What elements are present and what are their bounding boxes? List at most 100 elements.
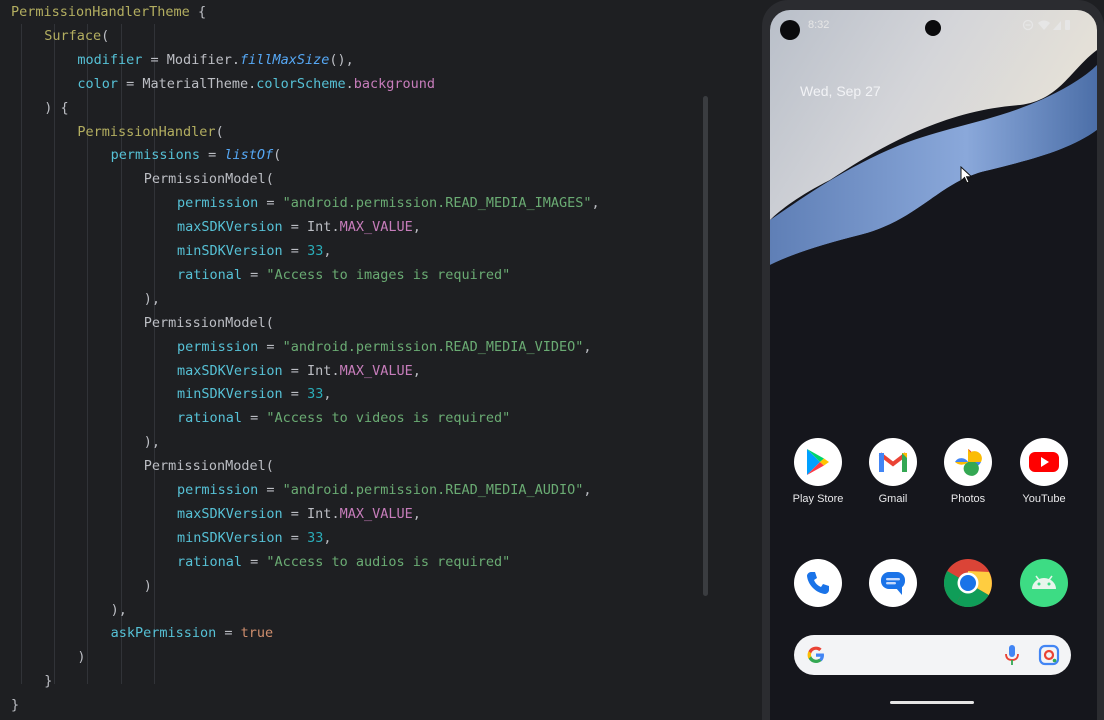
code-token: = Int. [282,505,340,522]
code-token: color [77,75,119,92]
code-token: MAX_VALUE [339,219,413,236]
code-token: = [216,625,241,642]
code-line[interactable]: PermissionModel( [144,311,274,335]
gmail-icon [869,438,917,486]
code-line[interactable]: maxSDKVersion = Int.MAX_VALUE, [177,215,421,239]
code-line[interactable]: modifier = Modifier.fillMaxSize(), [77,48,353,72]
gesture-nav-handle[interactable] [890,701,974,704]
code-token: colorScheme [256,75,346,92]
code-token: ) [77,649,86,666]
app-youtube[interactable]: YouTube [1004,438,1084,505]
code-line[interactable]: minSDKVersion = 33, [177,526,331,550]
code-line[interactable]: rational = "Access to audios is required… [177,550,510,574]
code-token: = Int. [282,362,340,379]
code-token: 33 [307,529,324,546]
code-line[interactable]: PermissionModel( [144,167,274,191]
code-line[interactable]: ) [144,574,152,598]
code-token: PermissionModel( [143,458,274,475]
app-android[interactable] [1004,559,1084,607]
youtube-icon [1020,438,1068,486]
code-token: "android.permission.READ_MEDIA_AUDIO" [282,482,584,498]
code-line[interactable]: minSDKVersion = 33, [177,239,331,263]
code-line[interactable]: ), [144,287,160,311]
code-token: , [412,362,421,379]
app-label: Photos [950,493,986,505]
code-line[interactable]: PermissionModel( [144,454,274,478]
code-token: . [345,75,354,92]
code-token: ) { [44,99,69,116]
code-line[interactable]: permissions = listOf( [111,143,282,167]
mouse-cursor-icon [960,166,973,184]
code-line[interactable]: maxSDKVersion = Int.MAX_VALUE, [177,502,421,526]
editor-scrollbar[interactable] [703,96,708,596]
code-token: = [282,243,308,259]
code-token: , [412,219,421,236]
code-line[interactable]: permission = "android.permission.READ_ME… [177,191,600,215]
code-token: ( [215,123,224,140]
phone-icon [794,559,842,607]
code-token: = [242,410,267,427]
wifi-icon [1038,20,1050,30]
app-chrome[interactable] [928,559,1008,607]
google-search-bar[interactable] [794,635,1071,675]
code-token: "Access to audios is required" [266,553,511,570]
google-g-icon [807,646,824,663]
code-line[interactable]: minSDKVersion = 33, [177,382,331,406]
app-phone[interactable] [778,559,858,607]
code-line[interactable]: ), [144,430,160,454]
code-line[interactable]: PermissionHandlerTheme { [11,0,206,24]
code-token: minSDKVersion [177,529,283,546]
app-label: Gmail [878,493,908,505]
code-token: MAX_VALUE [339,505,413,522]
code-token: rational [177,410,243,427]
code-line[interactable]: askPermission = true [111,621,274,645]
code-line[interactable]: } [11,693,19,717]
code-token: PermissionHandlerTheme [11,4,190,20]
code-line[interactable]: ) { [44,96,68,120]
code-line[interactable]: Surface( [44,24,109,48]
photos-icon [944,438,992,486]
app-play-store[interactable]: Play Store [778,438,858,505]
code-token: , [583,338,592,355]
app-photos[interactable]: Photos [928,438,1008,505]
app-messages[interactable] [853,559,933,607]
app-label: YouTube [1022,493,1066,505]
code-token: 33 [307,386,324,403]
code-line[interactable]: permission = "android.permission.READ_ME… [177,335,592,359]
code-line[interactable]: rational = "Access to videos is required… [177,406,510,430]
code-token: permission [177,338,259,355]
code-token: = [258,482,283,498]
code-token: askPermission [110,625,217,642]
code-token: ), [143,434,161,451]
code-token: "Access to videos is required" [266,410,511,427]
code-line[interactable]: maxSDKVersion = Int.MAX_VALUE, [177,359,421,383]
code-line[interactable]: rational = "Access to images is required… [177,263,510,287]
code-token: Surface [44,27,102,44]
indent-guide [54,24,56,684]
code-token: , [323,529,332,546]
code-token: PermissionHandler [77,123,216,140]
code-token: , [412,505,421,522]
phone-home-screen[interactable]: 8:32 Wed, Sep 27 Play Store Gmail Photos… [770,10,1097,720]
code-token: rational [177,266,243,283]
code-token: rational [177,553,243,570]
google-lens-icon[interactable] [1038,644,1060,666]
code-line[interactable]: ) [77,645,85,669]
code-line[interactable]: ), [111,598,127,622]
indent-guide [21,24,22,684]
code-token: maxSDKVersion [177,362,283,379]
app-gmail[interactable]: Gmail [853,438,933,505]
code-token: } [11,697,20,714]
code-line[interactable]: } [44,669,52,693]
code-line[interactable]: permission = "android.permission.READ_ME… [177,478,592,502]
code-token: maxSDKVersion [177,505,283,522]
code-token: MAX_VALUE [339,362,413,379]
status-time: 8:32 [808,19,830,31]
code-token: permissions [110,147,200,164]
code-token: ), [110,601,127,618]
code-editor[interactable]: PermissionHandlerTheme {Surface(modifier… [0,0,712,720]
home-date[interactable]: Wed, Sep 27 [800,83,881,99]
code-line[interactable]: PermissionHandler( [77,120,223,144]
code-line[interactable]: color = MaterialTheme.colorScheme.backgr… [77,72,435,96]
microphone-icon[interactable] [1004,644,1020,666]
